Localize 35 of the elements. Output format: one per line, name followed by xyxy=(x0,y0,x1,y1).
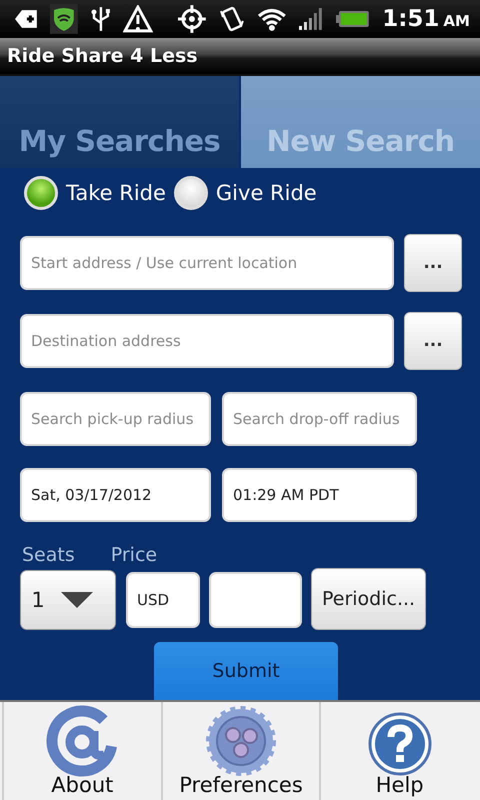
submit-button[interactable]: Submit xyxy=(154,642,338,700)
caret-icon xyxy=(61,592,93,608)
radio-button[interactable]: Take Ride xyxy=(24,176,166,210)
radius-field[interactable]: Search pick-up radius xyxy=(20,392,211,446)
shield-icon xyxy=(50,4,78,34)
radio-indicator[interactable] xyxy=(24,176,58,210)
radio-button[interactable]: Give Ride xyxy=(174,176,317,210)
browse-button[interactable]: ... xyxy=(404,312,462,370)
wifi-icon xyxy=(256,6,287,32)
address-field[interactable]: Destination address xyxy=(20,314,394,368)
clock: 1:51 AM xyxy=(382,6,470,32)
address-field[interactable]: Start address / Use current location xyxy=(20,236,394,290)
date-time-field[interactable]: 01:29 AM PDT xyxy=(222,468,417,522)
warning-icon xyxy=(123,5,154,33)
battery-icon xyxy=(336,10,370,28)
tab[interactable]: My Searches xyxy=(0,76,241,168)
radio-indicator[interactable] xyxy=(174,176,208,210)
periodic-button[interactable]: Periodic... xyxy=(311,568,426,630)
seats-label: Seats xyxy=(22,544,75,566)
gear-icon xyxy=(205,705,277,777)
seats-dropdown[interactable]: 1 xyxy=(20,570,116,630)
currency-field[interactable]: USD xyxy=(126,572,200,628)
radius-field[interactable]: Search drop-off radius xyxy=(222,392,417,446)
help-icon xyxy=(366,711,433,777)
signal-icon xyxy=(298,8,324,30)
usb-icon xyxy=(90,5,112,33)
price-field[interactable] xyxy=(209,572,302,628)
browse-button[interactable]: ... xyxy=(404,234,462,292)
app-title: Ride Share 4 Less xyxy=(7,45,198,67)
rotate-icon xyxy=(219,5,245,33)
date-time-field[interactable]: Sat, 03/17/2012 xyxy=(20,468,211,522)
price-label: Price xyxy=(110,544,158,566)
at-sign-icon xyxy=(46,705,118,777)
tag-icon xyxy=(14,9,38,29)
gps-icon xyxy=(177,4,208,34)
